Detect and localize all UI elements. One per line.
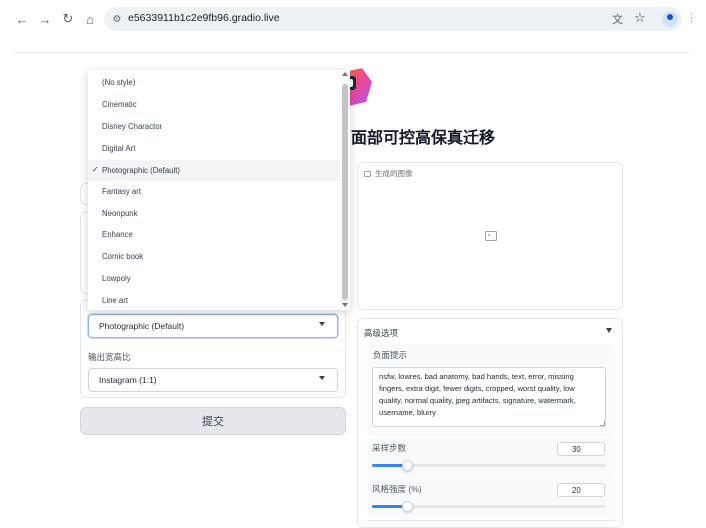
output-label-text: 生成的图像	[375, 169, 413, 178]
address-bar[interactable]: ⚙ e5633911b1c2e9fb96.gradio.live 文 ☆	[104, 7, 682, 31]
strength-number-input[interactable]: 20	[557, 483, 605, 497]
negative-prompt-label: 负面提示	[373, 350, 408, 360]
dropdown-option[interactable]: (No style)	[88, 72, 340, 93]
browser-toolbar: ← → ↻ ⌂ ⚙ e5633911b1c2e9fb96.gradio.live…	[0, 0, 706, 38]
dropdown-option[interactable]: Comic book	[88, 246, 340, 267]
resize-handle-icon[interactable]	[600, 421, 605, 426]
style-dropdown-list[interactable]: (No style) Cinematic Disney Charactor Di…	[88, 70, 350, 310]
dropdown-option[interactable]: Disney Charactor	[88, 116, 340, 137]
home-icon[interactable]: ⌂	[82, 11, 98, 27]
style-select-value: Photographic (Default)	[99, 321, 185, 331]
strength-slider[interactable]	[372, 501, 606, 512]
negative-prompt-input[interactable]: nsfw, lowres, bad anatomy, bad hands, te…	[372, 367, 606, 427]
panel-border	[80, 212, 88, 294]
steps-slider-block: 采样步数 30	[367, 438, 615, 478]
steps-slider-thumb[interactable]	[402, 460, 414, 471]
ratio-label: 输出宽高比	[88, 352, 131, 362]
chevron-down-icon	[319, 322, 325, 326]
chevron-down-icon	[319, 376, 325, 380]
profile-icon[interactable]	[662, 11, 678, 27]
image-icon	[364, 170, 371, 177]
site-info-icon[interactable]: ⚙	[110, 12, 124, 26]
scroll-down-icon[interactable]	[342, 303, 348, 307]
steps-number-input[interactable]: 30	[557, 442, 605, 456]
reload-icon[interactable]: ↻	[60, 11, 76, 27]
strength-slider-thumb[interactable]	[402, 501, 414, 512]
image-placeholder-icon	[485, 231, 497, 241]
back-icon[interactable]: ←	[14, 11, 30, 27]
strength-slider-block: 风格强度 (%) 20	[367, 479, 615, 519]
divider	[14, 52, 690, 53]
dropdown-option[interactable]: Digital Art	[88, 138, 340, 159]
scrollbar-thumb[interactable]	[342, 84, 348, 300]
translate-icon[interactable]: 文	[612, 11, 623, 27]
style-select[interactable]: Photographic (Default)	[88, 314, 338, 338]
dropdown-option[interactable]: Neonpunk	[88, 203, 340, 224]
output-image-box: 生成的图像	[357, 162, 623, 310]
page-title: 面部可控高保真迁移	[351, 130, 496, 147]
dropdown-option[interactable]: Cinematic	[88, 94, 340, 115]
dropdown-option[interactable]: Line art	[88, 290, 340, 310]
negative-prompt-block: 负面提示 nsfw, lowres, bad anatomy, bad hand…	[367, 344, 615, 436]
url-text[interactable]: e5633911b1c2e9fb96.gradio.live	[128, 12, 280, 24]
panel-border	[80, 183, 88, 205]
steps-slider[interactable]	[372, 460, 606, 471]
strength-label: 风格强度 (%)	[372, 484, 422, 494]
next-control-stub	[367, 520, 615, 526]
bookmark-star-icon[interactable]: ☆	[634, 10, 646, 26]
steps-label: 采样步数	[372, 443, 407, 453]
ratio-select-value: Instagram (1:1)	[99, 375, 157, 385]
collapse-toggle-icon[interactable]	[606, 328, 612, 333]
dropdown-option-selected[interactable]: ✓ Photographic (Default)	[88, 160, 340, 181]
dropdown-option-label: Photographic (Default)	[102, 166, 181, 175]
output-label: 生成的图像	[364, 168, 413, 179]
menu-icon[interactable]: ⋮	[686, 11, 697, 24]
submit-button[interactable]: 提交	[80, 407, 346, 435]
scroll-up-icon[interactable]	[342, 72, 348, 76]
dropdown-option[interactable]: Enhance	[88, 224, 340, 245]
dropdown-option[interactable]: Fantasy art	[88, 181, 340, 202]
forward-icon[interactable]: →	[37, 11, 53, 27]
check-icon: ✓	[92, 165, 99, 174]
advanced-options-title[interactable]: 高级选项	[364, 327, 398, 339]
ratio-select[interactable]: Instagram (1:1)	[88, 368, 338, 392]
dropdown-option[interactable]: Lowpoly	[88, 268, 340, 289]
